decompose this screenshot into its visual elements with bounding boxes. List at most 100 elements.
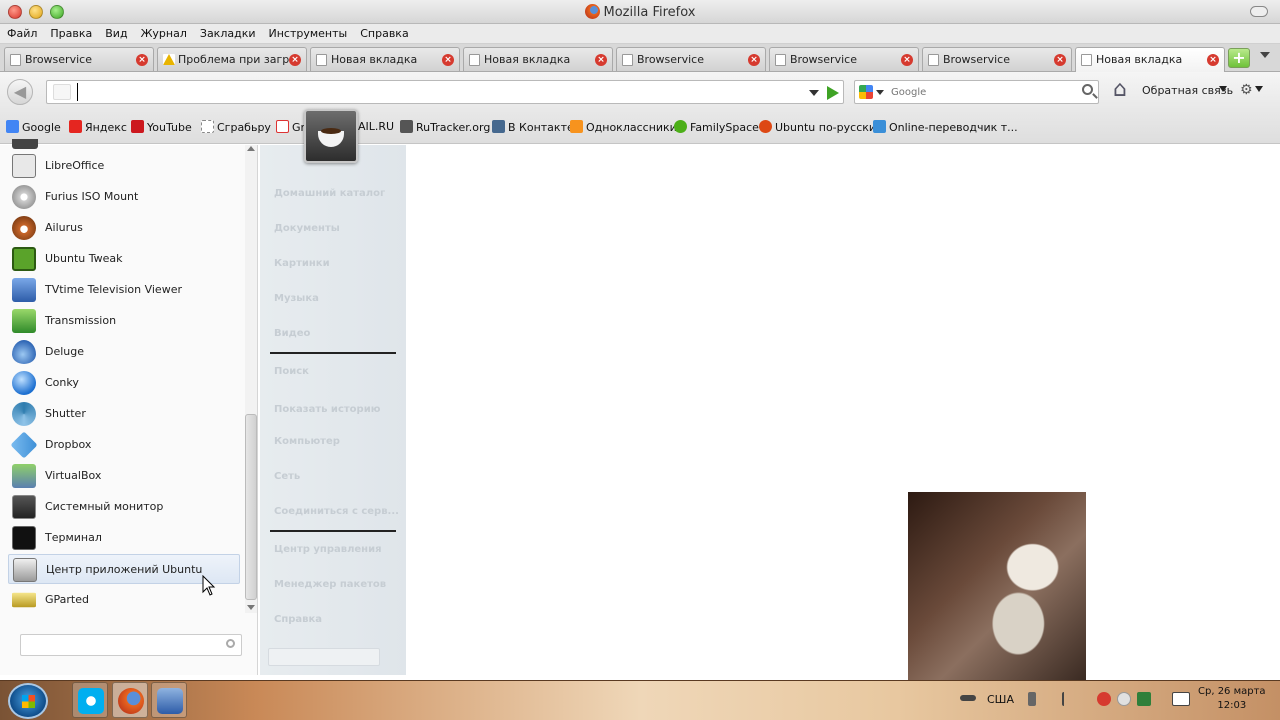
place-home[interactable]: Домашний каталог [274, 188, 385, 199]
close-circle-icon[interactable] [1117, 692, 1131, 706]
url-bar[interactable] [46, 80, 844, 104]
app-item-tvtime[interactable]: TVtime Television Viewer [8, 275, 240, 305]
scroll-up-arrow-icon[interactable] [247, 146, 255, 151]
place-pictures[interactable]: Картинки [274, 258, 330, 269]
app-item-virtualbox[interactable]: VirtualBox [8, 461, 240, 491]
menu-history[interactable]: Журнал [134, 24, 193, 40]
tab-3[interactable]: Новая вкладка × [310, 47, 460, 71]
user-avatar[interactable] [304, 109, 358, 163]
keyboard-layout[interactable]: США [987, 693, 1014, 706]
tab-close-icon[interactable]: × [748, 54, 760, 66]
bookmark-vkontakte[interactable]: В Контакте [492, 120, 574, 134]
update-icon[interactable] [1137, 692, 1151, 706]
home-icon[interactable]: ⌂ [1108, 79, 1132, 103]
tab-close-icon[interactable]: × [289, 54, 301, 66]
app-item-conky[interactable]: Conky [8, 368, 240, 398]
feedback-dropdown-icon[interactable] [1219, 86, 1227, 92]
taskbar-virtualbox[interactable] [151, 682, 187, 718]
firefox-icon [584, 4, 600, 19]
place-connect-server[interactable]: Соединиться с серв... [274, 506, 399, 517]
place-documents[interactable]: Документы [274, 223, 340, 234]
place-package-manager[interactable]: Менеджер пакетов [274, 579, 386, 590]
bookmark-ubuntu[interactable]: Ubuntu по-русски [759, 120, 876, 134]
search-bar[interactable] [854, 80, 1099, 104]
volume-icon[interactable] [1028, 692, 1036, 706]
bookmark-mailru[interactable]: AIL.RU [358, 120, 394, 133]
app-item-ailurus[interactable]: Ailurus [8, 213, 240, 243]
menu-edit[interactable]: Правка [43, 24, 98, 40]
bookmark-rutracker[interactable]: RuTracker.org [400, 120, 490, 134]
place-control-center[interactable]: Центр управления [274, 544, 382, 555]
back-button[interactable]: ◀ [7, 79, 33, 105]
app-item-furius-iso[interactable]: Furius ISO Mount [8, 182, 240, 212]
tab-close-icon[interactable]: × [595, 54, 607, 66]
apps-search-input[interactable] [20, 634, 242, 656]
new-tab-button[interactable]: + [1228, 48, 1250, 68]
scroll-down-arrow-icon[interactable] [247, 605, 255, 610]
bookmark-gmail[interactable]: Gr [276, 120, 305, 134]
tab-close-icon[interactable]: × [136, 54, 148, 66]
stop-icon[interactable] [1097, 692, 1111, 706]
place-videos[interactable]: Видео [274, 328, 310, 339]
app-item-terminal[interactable]: Терминал [8, 523, 240, 553]
tab-4[interactable]: Новая вкладка × [463, 47, 613, 71]
apps-scrollbar-thumb[interactable] [245, 414, 257, 600]
bookmark-sgrabru[interactable]: Сграбьру [201, 120, 271, 134]
taskbar-firefox[interactable] [112, 682, 148, 718]
menu-tools[interactable]: Инструменты [262, 24, 354, 40]
app-item-system-monitor[interactable]: Системный монитор [8, 492, 240, 522]
flag-icon[interactable] [1062, 692, 1072, 706]
taskbar-skype[interactable] [72, 682, 108, 718]
place-network[interactable]: Сеть [274, 471, 300, 482]
place-computer[interactable]: Компьютер [274, 436, 340, 447]
tools-icon[interactable]: ⚙ [1240, 82, 1253, 98]
tab-close-icon[interactable]: × [442, 54, 454, 66]
network-icon[interactable] [960, 695, 976, 701]
tab-close-icon[interactable]: × [1054, 54, 1066, 66]
window-restore-button[interactable] [1250, 6, 1268, 17]
shutdown-button[interactable] [268, 648, 380, 666]
search-icon[interactable] [1082, 84, 1093, 95]
bookmark-yandex[interactable]: Яндекс [69, 120, 127, 134]
bookmark-youtube[interactable]: YouTube [131, 120, 192, 134]
tab-8-active[interactable]: Новая вкладка × [1075, 47, 1225, 72]
app-item-deluge[interactable]: Deluge [8, 337, 240, 367]
start-button[interactable] [8, 683, 48, 719]
search-input[interactable] [891, 84, 1071, 100]
place-music[interactable]: Музыка [274, 293, 319, 304]
menu-bookmarks[interactable]: Закладки [193, 24, 262, 40]
display-icon[interactable] [1172, 692, 1190, 706]
tab-2[interactable]: Проблема при загр... × [157, 47, 307, 71]
app-item-transmission[interactable]: Transmission [8, 306, 240, 336]
tab-5[interactable]: Browservice × [616, 47, 766, 71]
tab-6[interactable]: Browservice × [769, 47, 919, 71]
tab-7[interactable]: Browservice × [922, 47, 1072, 71]
place-help[interactable]: Справка [274, 614, 322, 625]
url-input[interactable] [77, 83, 797, 101]
place-show-history[interactable]: Показать историю [274, 404, 380, 415]
place-search[interactable]: Поиск [274, 366, 309, 377]
search-engine-dropdown-icon[interactable] [876, 90, 884, 95]
bookmark-google[interactable]: Google [6, 120, 61, 134]
tools-dropdown-icon[interactable] [1255, 86, 1263, 92]
menu-view[interactable]: Вид [98, 24, 133, 40]
bookmark-translator[interactable]: Online-переводчик т... [873, 120, 1018, 134]
bookmark-familyspace[interactable]: FamilySpace [674, 120, 759, 134]
app-item-libreoffice[interactable]: LibreOffice [8, 151, 240, 181]
app-item-dropbox[interactable]: Dropbox [8, 430, 240, 460]
clock[interactable]: Ср, 26 марта 12:03 [1198, 685, 1266, 713]
app-item-shutter[interactable]: Shutter [8, 399, 240, 429]
menu-file[interactable]: Файл [0, 24, 43, 40]
list-tabs-chevron-icon[interactable] [1260, 52, 1270, 58]
app-item-ubuntu-tweak[interactable]: Ubuntu Tweak [8, 244, 240, 274]
go-arrow-icon[interactable] [827, 86, 839, 100]
disc-icon [12, 185, 36, 209]
menu-help[interactable]: Справка [353, 24, 414, 40]
site-identity-icon[interactable] [53, 84, 71, 100]
google-icon[interactable] [859, 85, 873, 99]
tab-close-icon[interactable]: × [901, 54, 913, 66]
bookmark-odnoklassniki[interactable]: Одноклассники [570, 120, 677, 134]
url-history-dropdown-icon[interactable] [809, 90, 819, 96]
tab-1[interactable]: Browservice × [4, 47, 154, 71]
tab-close-icon[interactable]: × [1207, 54, 1219, 66]
